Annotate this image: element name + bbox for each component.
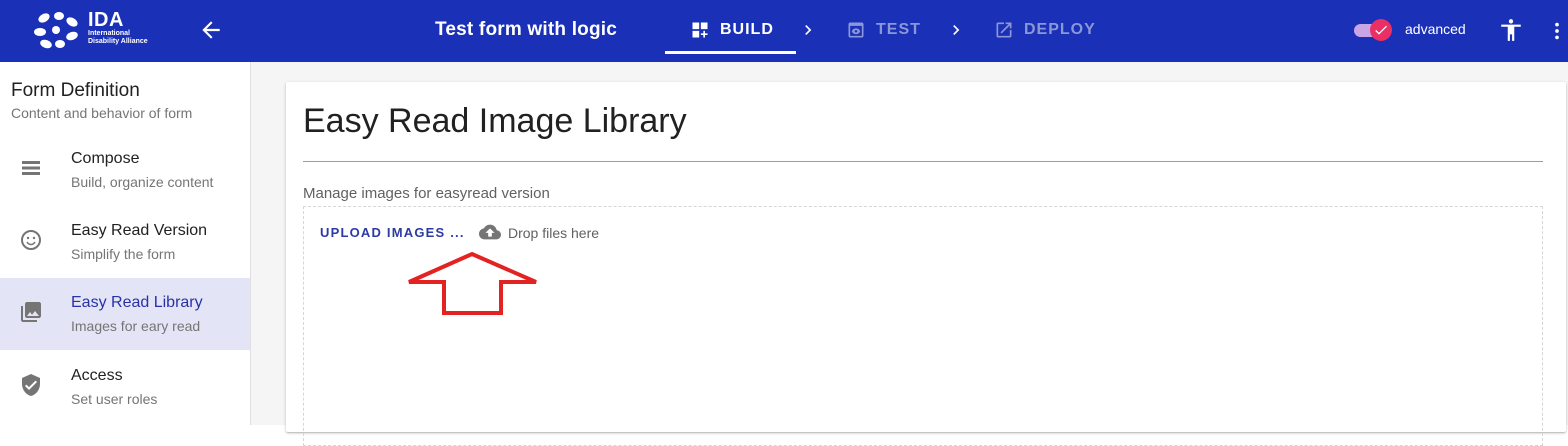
step-test-label: TEST <box>876 21 921 38</box>
drop-files-label: Drop files here <box>508 225 600 241</box>
more-vertical-icon[interactable] <box>1550 20 1564 42</box>
step-deploy[interactable]: DEPLOY <box>994 20 1096 40</box>
arrow-left-icon[interactable] <box>198 17 224 43</box>
upload-images-button[interactable]: UPLOAD IMAGES ... <box>320 225 465 240</box>
advanced-toggle[interactable] <box>1354 19 1394 41</box>
active-step-indicator <box>665 51 796 54</box>
ida-logo: IDA International Disability Alliance <box>34 8 164 54</box>
sidebar-item-sub: Set user roles <box>71 391 158 407</box>
annotation-arrow-icon <box>408 251 537 315</box>
smiley-icon <box>21 230 41 250</box>
step-test[interactable]: TEST <box>846 20 921 40</box>
check-icon <box>1375 25 1387 35</box>
sidebar-item-sub: Build, organize content <box>71 174 214 190</box>
app-header: IDA International Disability Alliance Te… <box>0 0 1568 62</box>
sidebar-item-label: Compose <box>71 150 140 167</box>
sidebar-subtitle: Content and behavior of form <box>11 105 193 121</box>
title-divider <box>303 161 1543 162</box>
step-build[interactable]: BUILD <box>690 20 774 40</box>
sidebar-title: Form Definition <box>11 80 140 101</box>
sidebar-item-label: Easy Read Version <box>71 222 208 239</box>
sidebar: Form Definition Content and behavior of … <box>0 62 251 425</box>
build-grid-icon <box>692 22 708 38</box>
logo-line-1: International <box>88 30 131 37</box>
sidebar-item-label: Access <box>71 367 123 384</box>
logo-name: IDA <box>88 9 124 31</box>
cloud-upload-icon <box>479 224 501 240</box>
eye-preview-icon <box>848 22 864 38</box>
open-external-icon <box>996 22 1012 38</box>
form-title: Test form with logic <box>435 19 618 40</box>
accessibility-icon[interactable] <box>1498 17 1524 43</box>
sidebar-item-easy-read-library[interactable]: Easy Read Library Images for eary read <box>0 278 250 350</box>
file-dropzone[interactable]: UPLOAD IMAGES ... Drop files here <box>303 206 1543 446</box>
list-icon <box>22 161 40 175</box>
main-content: Easy Read Image Library Manage images fo… <box>251 62 1568 446</box>
sidebar-item-compose[interactable]: Compose Build, organize content <box>0 134 250 206</box>
chevron-right-icon <box>953 25 960 35</box>
step-build-label: BUILD <box>720 21 774 38</box>
sidebar-item-easy-read-version[interactable]: Easy Read Version Simplify the form <box>0 206 250 278</box>
page-description: Manage images for easyread version <box>303 185 550 202</box>
sidebar-item-access[interactable]: Access Set user roles <box>0 351 250 423</box>
advanced-label: advanced <box>1405 21 1466 37</box>
shield-check-icon <box>22 374 40 396</box>
logo-mark-icon <box>34 12 78 49</box>
sidebar-item-sub: Images for eary read <box>71 318 201 334</box>
step-deploy-label: DEPLOY <box>1024 21 1096 38</box>
image-library-icon <box>21 302 41 322</box>
page-title: Easy Read Image Library <box>303 102 687 140</box>
chevron-right-icon <box>805 25 812 35</box>
logo-line-2: Disability Alliance <box>88 38 148 45</box>
sidebar-item-label: Easy Read Library <box>71 294 203 311</box>
sidebar-item-sub: Simplify the form <box>71 246 176 262</box>
